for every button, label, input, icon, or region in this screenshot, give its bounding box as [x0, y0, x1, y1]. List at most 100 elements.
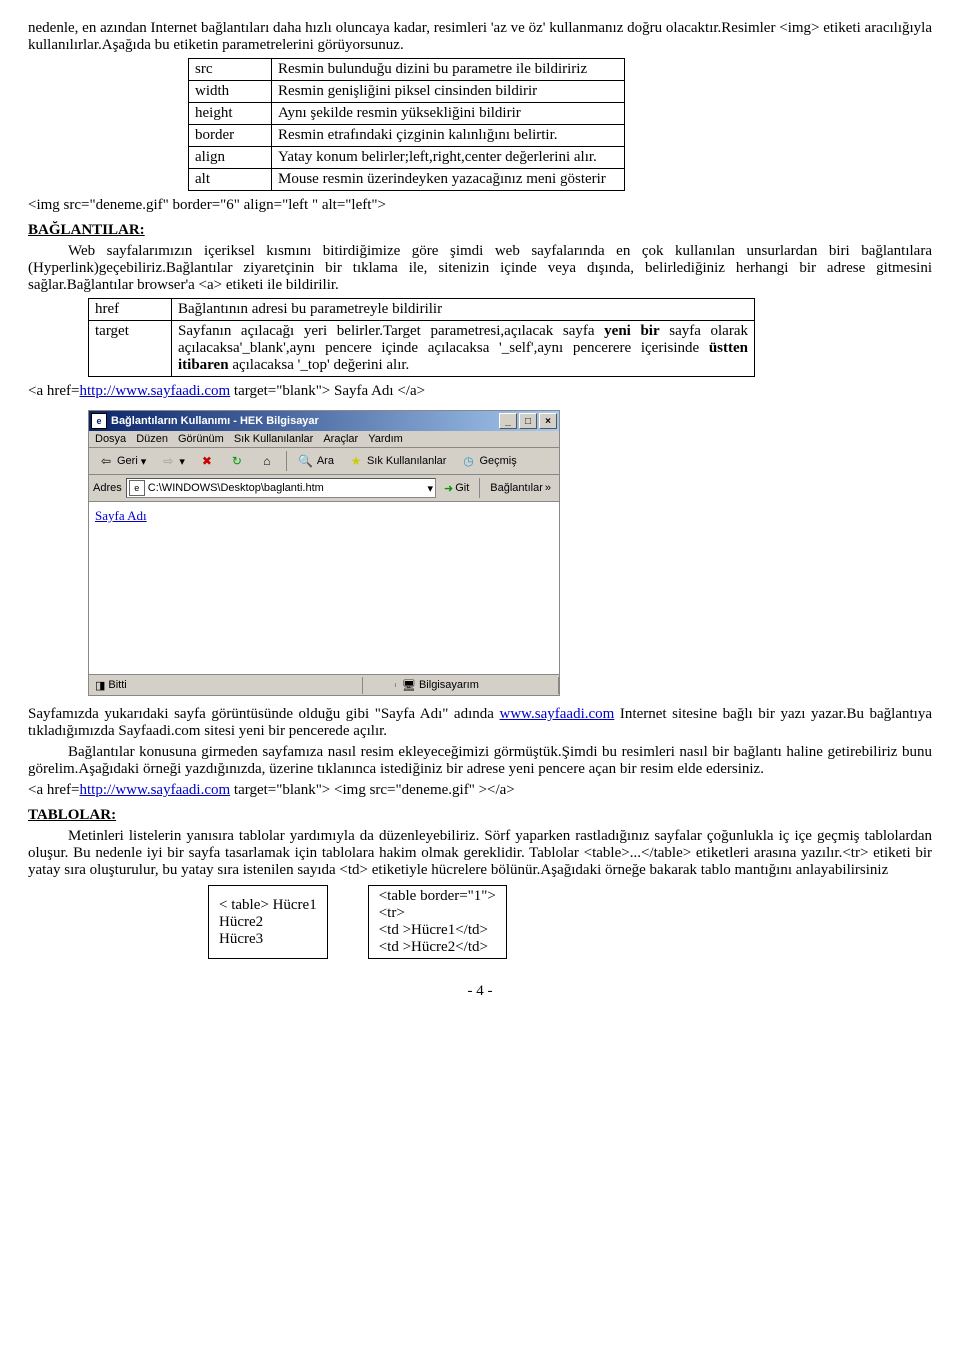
back-button[interactable]: ⇦Geri▾: [93, 451, 151, 471]
refresh-button[interactable]: ↻: [224, 451, 250, 471]
home-button[interactable]: ⌂: [254, 451, 280, 471]
table-row: heightAynı şekilde resmin yüksekliğini b…: [189, 103, 625, 125]
table-row: widthResmin genişliğini piksel cinsinden…: [189, 81, 625, 103]
cell: < table> Hücre1Hücre2Hücre3: [209, 886, 328, 959]
dropdown-icon: ▾: [179, 455, 185, 468]
window-titlebar: e Bağlantıların Kullanımı - HEK Bilgisay…: [89, 411, 559, 431]
page-number: - 4 -: [28, 983, 932, 1000]
go-label: Git: [455, 482, 469, 494]
table-row: altMouse resmin üzerindeyken yazacağınız…: [189, 169, 625, 191]
browser-viewport: Sayfa Adı: [89, 502, 559, 674]
code-line: Hücre3: [219, 931, 263, 947]
computer-icon: 🖥: [402, 679, 416, 692]
param-key: width: [189, 81, 272, 103]
code-url-link[interactable]: http://www.sayfaadi.com: [79, 782, 230, 798]
status-zone: 🖥Bilgisayarım: [396, 677, 559, 694]
maximize-button[interactable]: □: [519, 413, 537, 429]
window-title: Bağlantıların Kullanımı - HEK Bilgisayar: [111, 415, 497, 427]
back-label: Geri: [117, 455, 138, 467]
param-key: align: [189, 147, 272, 169]
code-url-link[interactable]: http://www.sayfaadi.com: [79, 383, 230, 399]
history-button[interactable]: ◷Geçmiş: [455, 451, 521, 471]
links-button[interactable]: Bağlantılar »: [486, 481, 555, 495]
param-val: Aynı şekilde resmin yüksekliğini bildiri…: [272, 103, 625, 125]
browser-window: e Bağlantıların Kullanımı - HEK Bilgisay…: [88, 410, 560, 696]
code-text: <a href=: [28, 383, 79, 399]
code-line: <tr>: [379, 905, 405, 921]
fav-label: Sık Kullanılanlar: [367, 455, 447, 467]
app-icon: e: [91, 413, 107, 429]
page-icon: e: [129, 480, 145, 496]
code-text: target="blank"> <img src="deneme.gif" ><…: [230, 782, 515, 798]
code-line: <table border="1">: [379, 888, 496, 904]
forward-arrow-icon: ⇨: [160, 453, 176, 469]
section-links-title: BAĞLANTILAR:: [28, 222, 932, 239]
text: Sayfamızda yukarıdaki sayfa görüntüsünde…: [28, 706, 500, 722]
menu-view[interactable]: Görünüm: [178, 433, 224, 445]
go-button[interactable]: ➜Git: [440, 481, 473, 496]
link-code-example: <a href=http://www.sayfaadi.com target="…: [28, 383, 932, 400]
param-key: alt: [189, 169, 272, 191]
table-example-left: < table> Hücre1Hücre2Hücre3: [208, 885, 328, 959]
done-icon: ◨: [95, 679, 105, 692]
site-link[interactable]: www.sayfaadi.com: [500, 706, 615, 722]
stop-icon: ✖: [199, 453, 215, 469]
status-left: ◨Bitti: [89, 677, 363, 694]
menu-edit[interactable]: Düzen: [136, 433, 168, 445]
back-arrow-icon: ⇦: [98, 453, 114, 469]
table-row: srcResmin bulunduğu dizini bu parametre …: [189, 59, 625, 81]
search-label: Ara: [317, 455, 334, 467]
forward-button[interactable]: ⇨▾: [155, 451, 190, 471]
stop-button[interactable]: ✖: [194, 451, 220, 471]
after-browser-para1: Sayfamızda yukarıdaki sayfa görüntüsünde…: [28, 706, 932, 740]
code-line: Hücre2: [219, 914, 263, 930]
menu-tools[interactable]: Araçlar: [323, 433, 358, 445]
dropdown-icon[interactable]: ▾: [427, 482, 433, 495]
code-text: target="blank"> Sayfa Adı </a>: [230, 383, 425, 399]
search-icon: 🔍: [298, 453, 314, 469]
links-paragraph: Web sayfalarımızın içeriksel kısmını bit…: [28, 243, 932, 294]
separator: [479, 478, 480, 498]
dropdown-icon: ▾: [141, 455, 147, 468]
menu-favorites[interactable]: Sık Kullanılanlar: [234, 433, 314, 445]
separator: [286, 451, 287, 471]
code-line: < table> Hücre1: [219, 897, 317, 913]
param-val: Yatay konum belirler;left,right,center d…: [272, 147, 625, 169]
table-row: hrefBağlantının adresi bu parametreyle b…: [89, 299, 755, 321]
table-row: targetSayfanın açılacağı yeri belirler.T…: [89, 321, 755, 377]
star-icon: ★: [348, 453, 364, 469]
go-icon: ➜: [444, 482, 453, 495]
home-icon: ⌂: [259, 453, 275, 469]
address-bar: Adres e C:\WINDOWS\Desktop\baglanti.htm …: [89, 475, 559, 502]
section-tables-title: TABLOLAR:: [28, 807, 932, 824]
links-label: Bağlantılar: [490, 482, 543, 494]
code-text: <a href=: [28, 782, 79, 798]
minimize-button[interactable]: _: [499, 413, 517, 429]
status-cell: [363, 683, 396, 687]
address-input[interactable]: e C:\WINDOWS\Desktop\baglanti.htm ▾: [126, 478, 436, 498]
param-val: Bağlantının adresi bu parametreyle bildi…: [172, 299, 755, 321]
intro-paragraph: nedenle, en azından Internet bağlantılar…: [28, 20, 932, 54]
param-val: Resmin genişliğini piksel cinsinden bild…: [272, 81, 625, 103]
chevron-icon: »: [545, 482, 551, 494]
tables-paragraph: Metinleri listelerin yanısıra tablolar y…: [28, 828, 932, 879]
page-link[interactable]: Sayfa Adı: [95, 508, 147, 523]
table-row: borderResmin etrafındaki çizginin kalınl…: [189, 125, 625, 147]
param-val: Sayfanın açılacağı yeri belirler.Target …: [172, 321, 755, 377]
search-button[interactable]: 🔍Ara: [293, 451, 339, 471]
param-key: height: [189, 103, 272, 125]
status-text: Bitti: [108, 679, 126, 691]
param-val: Resmin etrafındaki çizginin kalınlığını …: [272, 125, 625, 147]
favorites-button[interactable]: ★Sık Kullanılanlar: [343, 451, 452, 471]
refresh-icon: ↻: [229, 453, 245, 469]
cell: <table border="1"><tr><td >Hücre1</td><t…: [368, 886, 506, 959]
history-icon: ◷: [460, 453, 476, 469]
toolbar: ⇦Geri▾ ⇨▾ ✖ ↻ ⌂ 🔍Ara ★Sık Kullanılanlar …: [89, 448, 559, 475]
menu-help[interactable]: Yardım: [368, 433, 403, 445]
table-row: alignYatay konum belirler;left,right,cen…: [189, 147, 625, 169]
menu-bar: Dosya Düzen Görünüm Sık Kullanılanlar Ar…: [89, 431, 559, 448]
address-value: C:\WINDOWS\Desktop\baglanti.htm: [148, 482, 324, 494]
menu-file[interactable]: Dosya: [95, 433, 126, 445]
param-val: Mouse resmin üzerindeyken yazacağınız me…: [272, 169, 625, 191]
close-button[interactable]: ×: [539, 413, 557, 429]
